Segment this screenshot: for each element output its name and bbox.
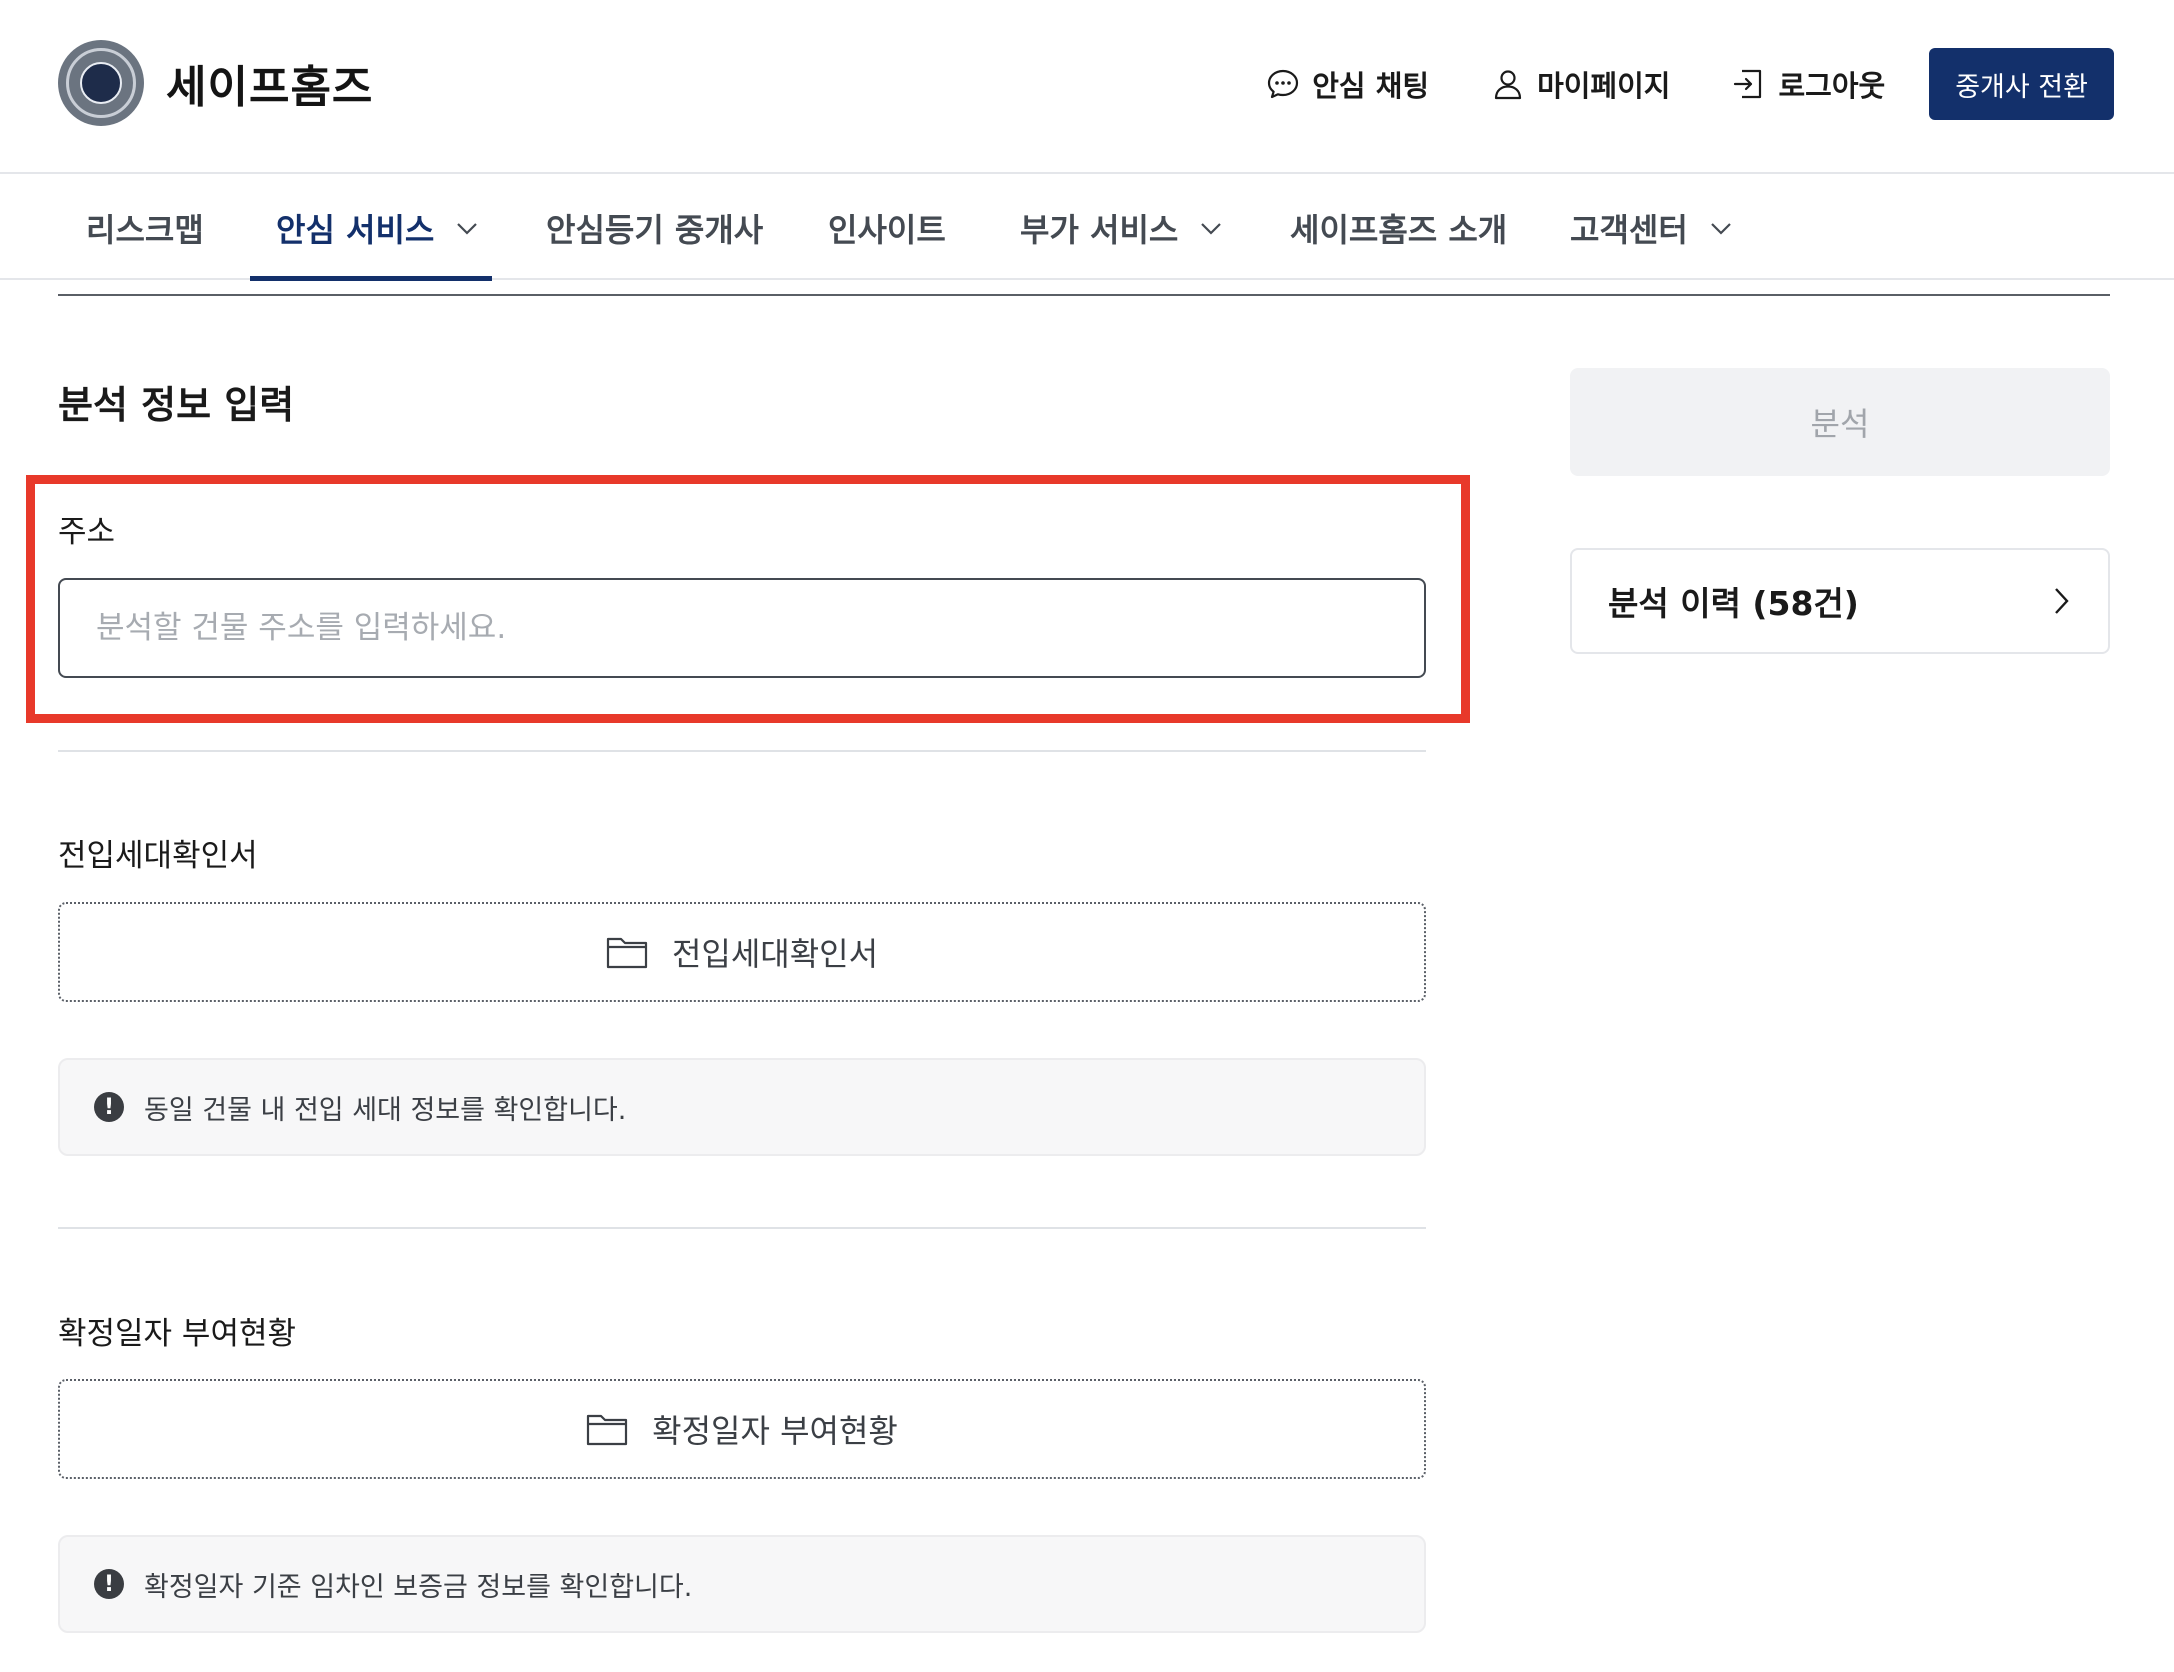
section-divider <box>58 1227 1426 1229</box>
nav-item-label: 안심 서비스 <box>276 211 435 249</box>
nav-item-label: 고객센터 <box>1570 211 1688 249</box>
nav-item-label: 인사이트 <box>828 211 946 249</box>
analysis-history-link[interactable]: 분석 이력 (58건) <box>1570 548 2110 654</box>
user-icon <box>1494 70 1522 100</box>
mypage-link[interactable]: 마이페이지 <box>1491 63 1670 105</box>
household-label: 전입세대확인서 <box>58 838 258 874</box>
mypage-label: 마이페이지 <box>1537 69 1671 103</box>
chat-bubble-icon <box>1268 69 1299 99</box>
address-label: 주소 <box>58 514 116 550</box>
brand-name: 세이프홈즈 <box>166 62 374 113</box>
folder-icon <box>606 937 648 969</box>
page-title: 분석 정보 입력 <box>58 383 295 427</box>
fixed-date-info-text: 확정일자 기준 임차인 보증금 정보를 확인합니다. <box>144 1571 693 1603</box>
folder-icon <box>587 1414 628 1446</box>
logout-link[interactable]: 로그아웃 <box>1732 63 1885 105</box>
nav-item-risk-map[interactable]: 리스크맵 <box>86 176 204 280</box>
fixed-date-label: 확정일자 부여현황 <box>58 1316 297 1352</box>
address-input[interactable] <box>58 578 1426 678</box>
logout-label: 로그아웃 <box>1778 69 1886 103</box>
nav-item-safe-registry-agent[interactable]: 안심등기 중개사 <box>546 176 763 280</box>
household-upload-button[interactable]: 전입세대확인서 <box>58 902 1426 1002</box>
household-upload-label: 전입세대확인서 <box>671 935 879 973</box>
chat-label: 안심 채팅 <box>1312 69 1430 103</box>
nav-item-safe-service[interactable]: 안심 서비스 <box>276 176 480 280</box>
section-divider <box>58 750 1426 752</box>
seal-logo-icon <box>58 40 144 126</box>
nav-item-support[interactable]: 고객센터 <box>1570 176 1734 280</box>
content-divider <box>58 294 2110 296</box>
fixed-date-info-box: ! 확정일자 기준 임차인 보증금 정보를 확인합니다. <box>58 1535 1426 1633</box>
header-actions: 안심 채팅 마이페이지 로그아웃 중개사 전환 <box>1266 48 2114 120</box>
household-info-text: 동일 건물 내 전입 세대 정보를 확인합니다. <box>144 1094 627 1126</box>
brand-logo[interactable]: 세이프홈즈 <box>58 40 373 126</box>
household-info-box: ! 동일 건물 내 전입 세대 정보를 확인합니다. <box>58 1058 1426 1156</box>
fixed-date-upload-label: 확정일자 부여현황 <box>652 1412 898 1450</box>
main-nav: 리스크맵 안심 서비스 안심등기 중개사 인사이트 부가 서비스 세이프홈즈 소… <box>0 176 2174 281</box>
alert-icon: ! <box>94 1569 124 1599</box>
fixed-date-upload-button[interactable]: 확정일자 부여현황 <box>58 1379 1426 1479</box>
nav-item-label: 부가 서비스 <box>1020 211 1179 249</box>
analysis-history-label: 분석 이력 (58건) <box>1608 584 1859 623</box>
switch-to-agent-button[interactable]: 중개사 전환 <box>1929 48 2114 120</box>
active-tab-indicator <box>250 276 492 281</box>
chevron-right-icon <box>2055 588 2069 614</box>
alert-icon: ! <box>94 1092 124 1122</box>
chevron-down-icon <box>1710 223 1731 235</box>
nav-item-about[interactable]: 세이프홈즈 소개 <box>1290 176 1507 280</box>
nav-item-label: 리스크맵 <box>86 211 204 249</box>
logout-icon <box>1734 69 1762 99</box>
analyze-button[interactable]: 분석 <box>1570 368 2110 476</box>
nav-item-insight[interactable]: 인사이트 <box>828 176 946 280</box>
header: 세이프홈즈 안심 채팅 마이페이지 로그아웃 중개사 전환 <box>0 0 2174 174</box>
chat-link[interactable]: 안심 채팅 <box>1266 63 1429 105</box>
nav-item-extra-service[interactable]: 부가 서비스 <box>1020 176 1224 280</box>
chevron-down-icon <box>457 223 478 235</box>
nav-item-label: 안심등기 중개사 <box>546 211 764 249</box>
chevron-down-icon <box>1201 223 1222 235</box>
nav-item-label: 세이프홈즈 소개 <box>1290 211 1508 249</box>
